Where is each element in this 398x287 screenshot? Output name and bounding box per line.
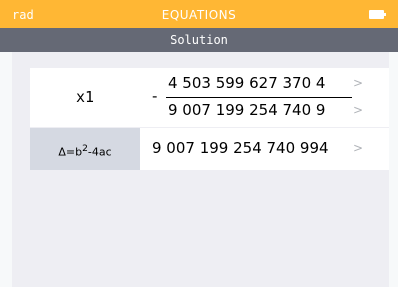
fraction-bar bbox=[166, 97, 352, 98]
discriminant-label: Δ=b2-4ac bbox=[58, 143, 112, 159]
chevron-right-icon: > bbox=[353, 103, 364, 117]
fraction-numerator: 4 503 599 627 370 4 bbox=[168, 74, 326, 92]
status-bar: rad EQUATIONS bbox=[0, 0, 398, 28]
discriminant-value: 9 007 199 254 740 994 bbox=[152, 139, 329, 157]
page-title: Solution bbox=[170, 33, 228, 47]
chevron-right-icon: > bbox=[353, 141, 364, 155]
chevron-right-icon: > bbox=[353, 76, 364, 90]
minus-sign: - bbox=[152, 87, 158, 105]
sub-header: Solution bbox=[0, 28, 398, 52]
battery-icon bbox=[369, 10, 386, 19]
solution-label-x1: x1 bbox=[75, 88, 95, 106]
app-title: EQUATIONS bbox=[161, 8, 237, 22]
fraction-denominator: 9 007 199 254 740 9 bbox=[168, 101, 326, 119]
